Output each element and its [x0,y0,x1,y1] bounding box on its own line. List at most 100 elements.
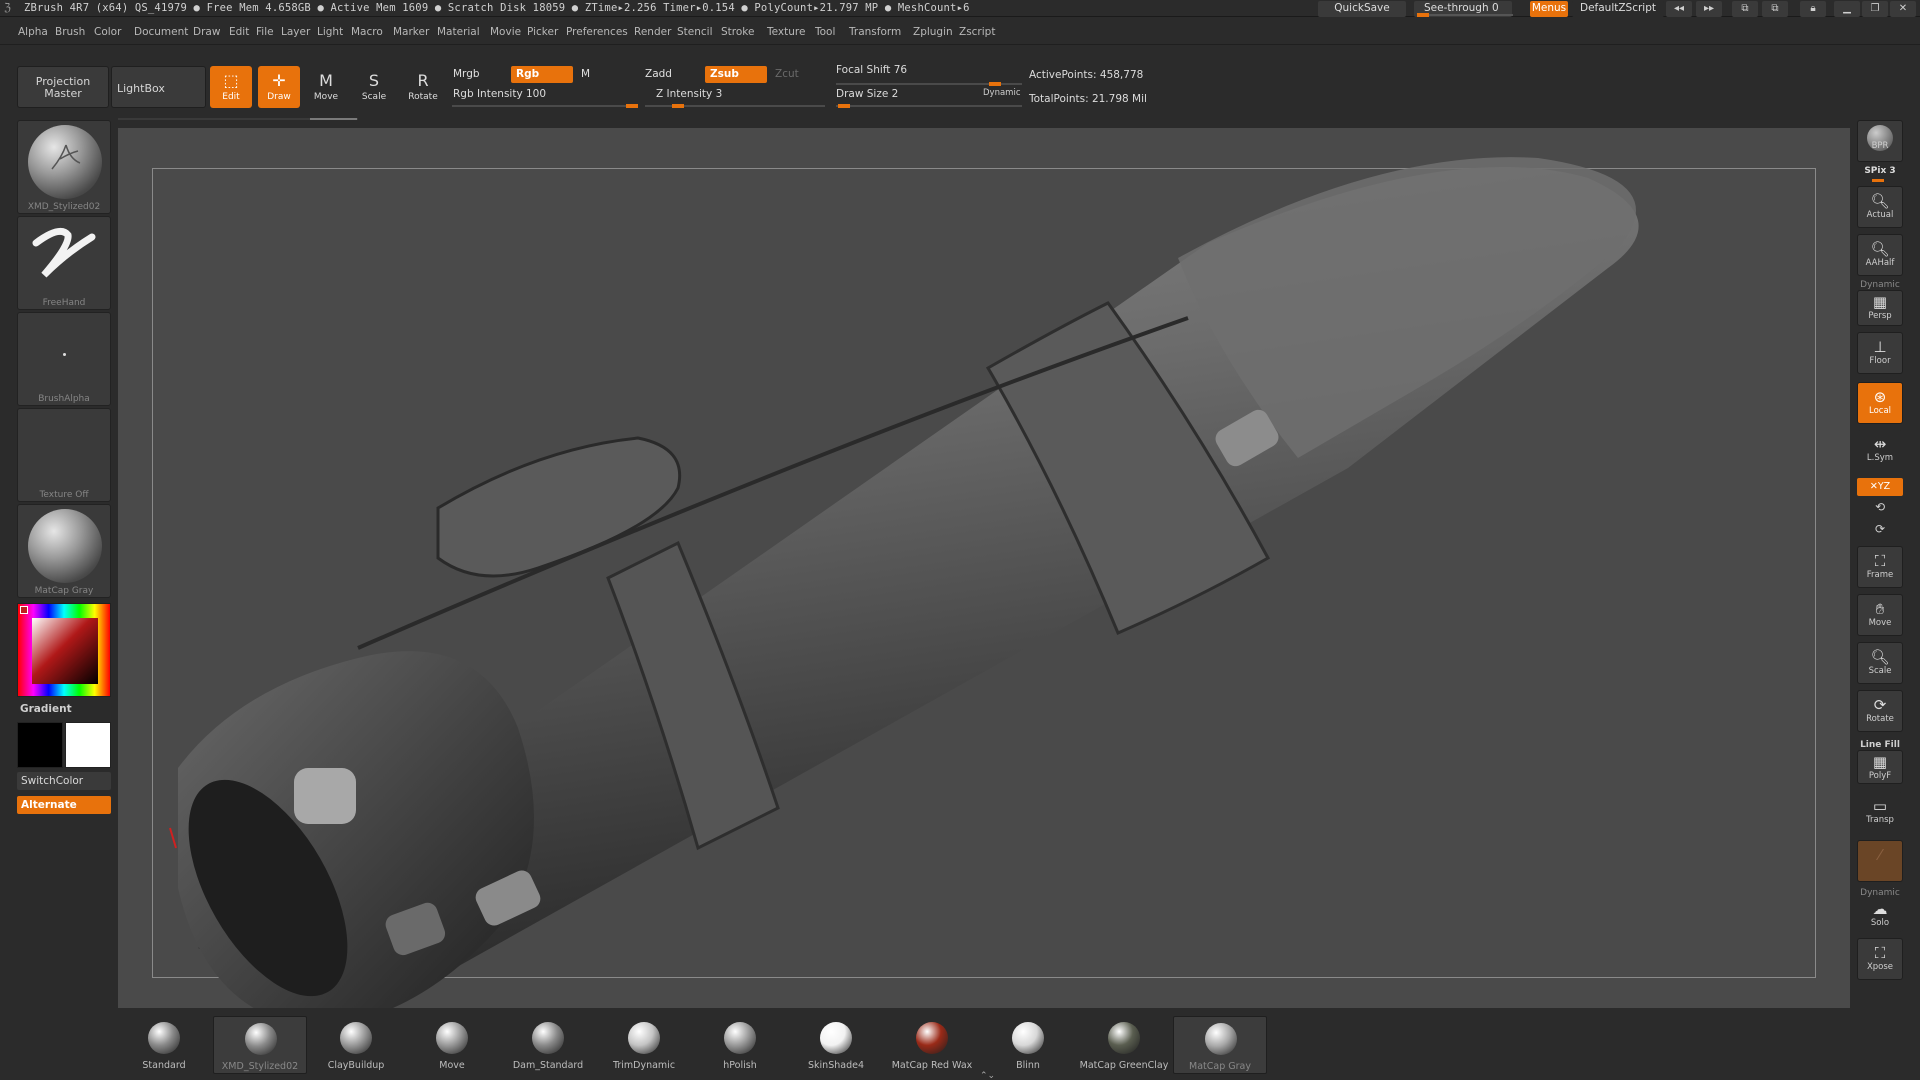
menu-brush[interactable]: Brush [55,26,85,38]
rgb-intensity-slider[interactable]: Rgb Intensity 100 [453,88,546,100]
gradient-label[interactable]: Gradient [20,703,72,715]
draw-size-slider[interactable]: Draw Size 2 [836,88,898,100]
material-slot[interactable]: ClayBuildup [309,1016,403,1074]
texture-picker[interactable]: Texture Off [17,408,111,502]
zcut-toggle[interactable]: Zcut [770,66,825,83]
brush-picker[interactable]: XMD_Stylized02 [17,120,111,214]
zsub-toggle[interactable]: Zsub [705,66,767,83]
rotate-mode-button[interactable]: R Rotate [402,66,444,108]
material-slot[interactable]: MatCap Gray [1173,1016,1267,1074]
aahalf-button[interactable]: 🔍︎ AAHalf [1857,234,1903,276]
material-slot[interactable]: Blinn [981,1016,1075,1074]
persp-button[interactable]: ▦ Persp [1857,290,1903,326]
frame-button[interactable]: ⛶ Frame [1857,546,1903,588]
default-zscript-button[interactable]: DefaultZScript [1572,1,1664,17]
menu-tool[interactable]: Tool [815,26,835,38]
layout-right-icon[interactable]: ⧉ [1762,1,1788,17]
material-slot[interactable]: SkinShade4 [789,1016,883,1074]
ghost-button[interactable]: ⁄ [1857,840,1903,882]
color-selector[interactable] [20,606,28,614]
next-arrows-icon[interactable]: ▸▸ [1696,1,1722,17]
xpose-button[interactable]: ⛶ Xpose [1857,938,1903,980]
rotate-z-icon[interactable]: ⟳ [1854,522,1906,536]
menu-render[interactable]: Render [634,26,671,38]
menu-light[interactable]: Light [317,26,343,38]
material-slot[interactable]: Dam_Standard [501,1016,595,1074]
menu-stroke[interactable]: Stroke [721,26,754,38]
canvas-viewport[interactable] [118,120,1850,1008]
spix-knob[interactable] [1872,179,1884,182]
rgb-toggle[interactable]: Rgb [511,66,573,83]
menu-macro[interactable]: Macro [351,26,383,38]
menu-alpha[interactable]: Alpha [18,26,48,38]
minimize-icon[interactable]: ▁ [1834,1,1860,17]
material-slot[interactable]: MatCap GreenClay [1077,1016,1171,1074]
material-slot[interactable]: MatCap Red Wax [885,1016,979,1074]
color-saturation-square[interactable] [32,618,98,684]
quicksave-button[interactable]: QuickSave [1318,1,1406,17]
menu-stencil[interactable]: Stencil [677,26,713,38]
bpr-button[interactable]: BPR [1857,120,1903,162]
m-toggle[interactable]: M [576,66,634,83]
color-picker[interactable] [17,603,111,697]
material-slot[interactable]: Standard [117,1016,211,1074]
material-picker[interactable]: MatCap Gray [17,504,111,598]
layout-left-icon[interactable]: ⧉ [1732,1,1758,17]
xyz-toggle[interactable]: ✕YZ [1857,478,1903,496]
focal-shift-slider[interactable]: Focal Shift 76 [836,64,907,76]
z-intensity-slider[interactable]: Z Intensity 3 [656,88,722,100]
floor-button[interactable]: ⊥ Floor [1857,332,1903,374]
secondary-color-swatch[interactable] [65,722,111,768]
move-view-button[interactable]: ✋︎ Move [1857,594,1903,636]
lsym-button[interactable]: ⇹ L.Sym [1857,430,1903,472]
lock-icon[interactable]: 🔒︎ [1800,1,1826,17]
focal-shift-knob[interactable] [989,82,1001,86]
z-intensity-knob[interactable] [672,104,684,108]
menu-edit[interactable]: Edit [229,26,249,38]
material-slot[interactable]: Move [405,1016,499,1074]
spix-slider[interactable]: SPix 3 [1854,166,1906,176]
menu-material[interactable]: Material [437,26,480,38]
menu-preferences[interactable]: Preferences [566,26,628,38]
local-button[interactable]: ⊛ Local [1857,382,1903,424]
menus-button[interactable]: Menus [1530,1,1568,17]
polyf-button[interactable]: ▦ PolyF [1857,750,1903,784]
menu-marker[interactable]: Marker [393,26,429,38]
move-mode-button[interactable]: M Move [305,66,347,108]
shelf-expand-icon[interactable]: ⌃⌄ [980,1072,1000,1080]
menu-document[interactable]: Document [134,26,188,38]
menu-texture[interactable]: Texture [767,26,805,38]
mrgb-toggle[interactable]: Mrgb [448,66,508,83]
zadd-toggle[interactable]: Zadd [640,66,702,83]
draw-mode-button[interactable]: ✛ Draw [258,66,300,108]
menu-movie[interactable]: Movie [490,26,521,38]
stroke-picker[interactable]: FreeHand [17,216,111,310]
leather-case-model[interactable] [118,128,1850,1008]
rotate-y-icon[interactable]: ⟲ [1854,500,1906,514]
material-slot[interactable]: hPolish [693,1016,787,1074]
menu-draw[interactable]: Draw [193,26,220,38]
menu-layer[interactable]: Layer [281,26,310,38]
menu-transform[interactable]: Transform [849,26,901,38]
rgb-intensity-knob[interactable] [626,104,638,108]
lightbox-button[interactable]: LightBox [111,66,206,108]
main-color-swatch[interactable] [17,722,63,768]
transp-button[interactable]: ▭ Transp [1857,792,1903,834]
menu-zplugin[interactable]: Zplugin [913,26,953,38]
close-icon[interactable]: ✕ [1890,1,1916,17]
menu-picker[interactable]: Picker [527,26,558,38]
scale-view-button[interactable]: 🔍︎ Scale [1857,642,1903,684]
switch-color-button[interactable]: SwitchColor [17,772,111,790]
alpha-picker[interactable]: BrushAlpha [17,312,111,406]
menu-file[interactable]: File [256,26,274,38]
menu-zscript[interactable]: Zscript [959,26,995,38]
material-slot[interactable]: TrimDynamic [597,1016,691,1074]
restore-icon[interactable]: ❐ [1862,1,1888,17]
projection-master-button[interactable]: Projection Master [17,66,109,108]
actual-button[interactable]: 🔍︎ Actual [1857,186,1903,228]
prev-arrows-icon[interactable]: ◂◂ [1666,1,1692,17]
menu-color[interactable]: Color [94,26,121,38]
dynamic-size-toggle[interactable]: Dynamic [983,88,1021,98]
draw-size-knob[interactable] [838,104,850,108]
rotate-view-button[interactable]: ⟳ Rotate [1857,690,1903,732]
